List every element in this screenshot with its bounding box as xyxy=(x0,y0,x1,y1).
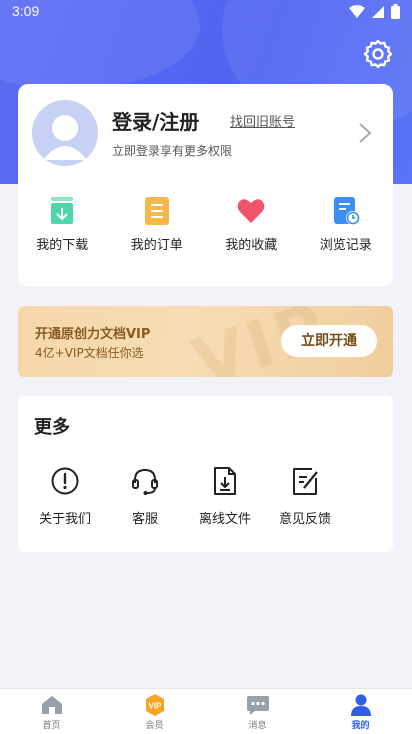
more-item-label: 客服 xyxy=(131,512,158,527)
login-subtitle: 立即登录享有更多权限 xyxy=(112,144,233,158)
headset-icon xyxy=(132,468,158,495)
status-icons xyxy=(349,4,400,19)
customer-service-button[interactable]: 客服 xyxy=(105,466,185,527)
download-tray-icon xyxy=(51,197,74,224)
tab-label: 消息 xyxy=(248,721,267,731)
tab-vip[interactable]: VIP 会员 xyxy=(103,689,206,734)
quick-action-label: 我的收藏 xyxy=(225,238,278,253)
home-icon xyxy=(41,696,62,714)
gear-icon xyxy=(363,39,393,69)
settings-button[interactable] xyxy=(362,38,394,70)
login-register-link[interactable]: 登录/注册 xyxy=(112,106,199,135)
more-item-label: 关于我们 xyxy=(38,512,91,527)
battery-icon xyxy=(391,4,400,19)
history-document-icon xyxy=(333,197,360,225)
tab-messages[interactable]: 消息 xyxy=(206,689,309,734)
quick-action-label: 浏览记录 xyxy=(319,238,372,253)
person-icon xyxy=(350,694,371,716)
quick-action-label: 我的订单 xyxy=(130,238,183,253)
status-time: 3:09 xyxy=(12,3,40,19)
chevron-right-icon[interactable] xyxy=(358,122,372,144)
offline-files-button[interactable]: 离线文件 xyxy=(185,466,265,527)
avatar[interactable] xyxy=(32,100,98,166)
profile-card: 登录/注册 找回旧账号 立即登录享有更多权限 我的下载 我的订单 我的收藏 浏览… xyxy=(18,84,393,286)
tab-home[interactable]: 首页 xyxy=(0,689,103,734)
wifi-icon xyxy=(349,4,365,18)
file-download-icon xyxy=(214,467,236,495)
tab-mine[interactable]: 我的 xyxy=(309,689,412,734)
recover-account-link[interactable]: 找回旧账号 xyxy=(230,111,295,130)
message-bubble-icon xyxy=(246,696,269,715)
my-orders-button[interactable]: 我的订单 xyxy=(110,192,205,253)
more-item-label: 意见反馈 xyxy=(278,512,331,527)
vip-title: 开通原创力文档VIP xyxy=(35,327,151,342)
my-downloads-button[interactable]: 我的下载 xyxy=(15,192,110,253)
status-bar: 3:09 xyxy=(0,0,412,26)
tab-label: 首页 xyxy=(42,721,61,731)
tab-label: 我的 xyxy=(351,721,370,731)
more-items: 关于我们 客服 离线文件 意见反馈 xyxy=(18,466,393,527)
feedback-button[interactable]: 意见反馈 xyxy=(265,466,345,527)
more-title: 更多 xyxy=(34,417,70,438)
vip-badge-icon: VIP xyxy=(145,694,164,716)
browse-history-button[interactable]: 浏览记录 xyxy=(299,192,394,253)
default-avatar-icon xyxy=(32,100,98,166)
quick-action-label: 我的下载 xyxy=(36,238,89,253)
bottom-tab-bar: 首页 VIP 会员 消息 我的 xyxy=(0,688,412,734)
signal-icon xyxy=(372,5,384,18)
heart-icon xyxy=(237,199,265,223)
order-list-icon xyxy=(144,197,169,225)
quick-actions: 我的下载 我的订单 我的收藏 浏览记录 xyxy=(18,192,393,253)
about-us-button[interactable]: 关于我们 xyxy=(25,466,105,527)
feedback-edit-icon xyxy=(293,468,318,495)
vip-banner[interactable]: VIP 开通原创力文档VIP 4亿+VIP文档任你选 立即开通 xyxy=(18,306,393,377)
vip-subtitle: 4亿+VIP文档任你选 xyxy=(35,346,144,360)
more-item-label: 离线文件 xyxy=(198,512,251,527)
info-exclamation-icon xyxy=(51,467,79,495)
tab-label: 会员 xyxy=(145,721,164,731)
vip-badge-text: VIP xyxy=(148,702,162,711)
open-vip-button[interactable]: 立即开通 xyxy=(281,325,377,357)
my-favorites-button[interactable]: 我的收藏 xyxy=(204,192,299,253)
more-section: 更多 关于我们 客服 离线文件 意见反馈 xyxy=(18,396,393,552)
